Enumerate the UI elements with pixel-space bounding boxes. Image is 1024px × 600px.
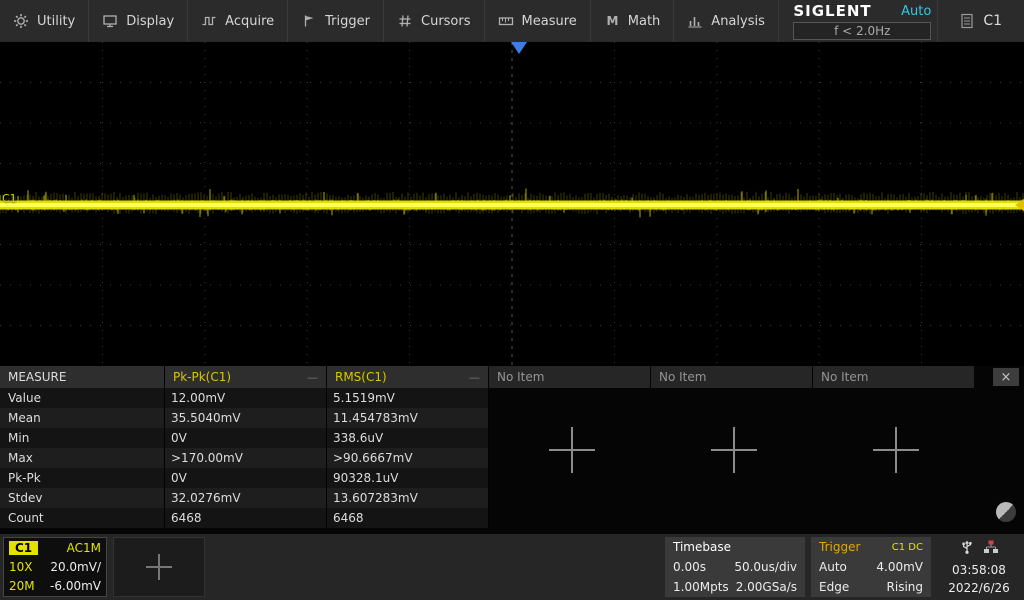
menubar: Utility Display Acquire Trigger Cursors …	[0, 0, 1024, 42]
measure-col-label: Pk-Pk(C1)	[173, 370, 231, 384]
menu-label: Cursors	[421, 14, 471, 29]
analysis-chart-icon	[687, 13, 703, 29]
table-row: Min 0V 338.6uV	[0, 428, 489, 448]
trigger-level: 4.00mV	[876, 560, 923, 574]
menu-display[interactable]: Display	[89, 0, 188, 42]
measure-header-row: MEASURE Pk-Pk(C1) — RMS(C1) — No Item No…	[0, 366, 1024, 388]
acquisition-status: Auto	[901, 4, 931, 19]
menu-cursors[interactable]: Cursors	[384, 0, 485, 42]
menu-measure[interactable]: Measure	[485, 0, 591, 42]
acquire-waveform-icon	[201, 13, 217, 29]
channel-offset-marker[interactable]: C1	[2, 192, 17, 205]
menu-label: Display	[126, 14, 174, 29]
measure-title: MEASURE	[0, 366, 164, 388]
add-measure-icon[interactable]	[873, 427, 919, 473]
channel-scale: 20.0mV/	[50, 560, 101, 574]
cursors-icon	[397, 13, 413, 29]
trigger-title: Trigger	[819, 540, 860, 554]
channel-probe: 10X	[9, 560, 33, 574]
timebase-memory: 1.00Mpts	[673, 580, 729, 594]
channel-1-descriptor[interactable]: C1 AC1M 10X 20.0mV/ 20M -6.00mV	[3, 537, 107, 597]
table-row: Max >170.00mV >90.6667mV	[0, 448, 489, 468]
measure-col-noitem-2[interactable]: No Item	[651, 366, 812, 388]
channel-offset: -6.00mV	[50, 579, 101, 593]
menu-analysis[interactable]: Analysis	[674, 0, 779, 42]
trigger-source: C1 DC	[892, 542, 923, 553]
measure-col-label: No Item	[821, 370, 868, 384]
menu-utility[interactable]: Utility	[0, 0, 89, 42]
drag-handle[interactable]	[996, 502, 1016, 522]
measure-stats-table: Value 12.00mV 5.1519mV Mean 35.5040mV 11…	[0, 388, 489, 528]
math-icon: M	[604, 13, 620, 29]
add-measure-icon[interactable]	[711, 427, 757, 473]
trigger-mode: Auto	[819, 560, 847, 574]
menu-trigger[interactable]: Trigger	[288, 0, 384, 42]
trigger-descriptor[interactable]: Trigger C1 DC Auto 4.00mV Edge Rising	[811, 537, 931, 597]
brand-logo: SIGLENT	[793, 2, 871, 20]
menu-label: Utility	[37, 14, 75, 29]
timebase-scale: 50.0us/div	[734, 560, 797, 574]
measure-col-label: No Item	[659, 370, 706, 384]
measure-icon	[498, 13, 514, 29]
usb-icon	[959, 539, 975, 558]
status-clock-area: 03:58:08 2022/6/26	[937, 537, 1021, 597]
channel-badge: C1	[9, 541, 38, 555]
menu-label: Math	[628, 14, 661, 29]
gear-icon	[13, 13, 29, 29]
measure-col-pkpk[interactable]: Pk-Pk(C1) —	[165, 366, 326, 388]
lan-icon	[983, 539, 999, 558]
display-icon	[102, 13, 118, 29]
table-row: Count 6468 6468	[0, 508, 489, 528]
table-row: Value 12.00mV 5.1519mV	[0, 388, 489, 408]
brand-block: SIGLENT Auto f < 2.0Hz	[787, 0, 937, 42]
clock-date: 2022/6/26	[948, 581, 1010, 595]
trigger-level-marker[interactable]	[1015, 199, 1024, 211]
trigger-position-marker[interactable]	[511, 42, 527, 54]
menu-label: Measure	[522, 14, 577, 29]
menu-acquire[interactable]: Acquire	[188, 0, 288, 42]
menu-label: Analysis	[711, 14, 765, 29]
flag-icon	[301, 13, 317, 29]
menu-label: Acquire	[225, 14, 274, 29]
channel-bandwidth: 20M	[9, 579, 35, 593]
channel-list-icon	[960, 13, 974, 29]
table-row: Stdev 32.0276mV 13.607283mV	[0, 488, 489, 508]
table-row: Pk-Pk 0V 90328.1uV	[0, 468, 489, 488]
active-channel-button[interactable]: C1	[937, 0, 1024, 42]
measure-col-label: RMS(C1)	[335, 370, 387, 384]
add-measure-icon[interactable]	[549, 427, 595, 473]
table-row: Mean 35.5040mV 11.454783mV	[0, 408, 489, 428]
trigger-type: Edge	[819, 580, 849, 594]
remove-measure-icon[interactable]: —	[469, 371, 480, 384]
menu-label: Trigger	[325, 14, 370, 29]
bottom-bar: C1 AC1M 10X 20.0mV/ 20M -6.00mV Timebase…	[0, 534, 1024, 600]
waveform-display[interactable]: C1	[0, 42, 1024, 366]
timebase-delay: 0.00s	[673, 560, 706, 574]
add-channel-button[interactable]	[113, 537, 205, 597]
channel-coupling: AC1M	[67, 541, 101, 555]
measure-col-noitem-3[interactable]: No Item	[813, 366, 974, 388]
trigger-frequency-readout: f < 2.0Hz	[793, 22, 931, 40]
trigger-slope: Rising	[887, 580, 923, 594]
menu-math[interactable]: M Math	[591, 0, 675, 42]
measure-col-label: No Item	[497, 370, 544, 384]
timebase-descriptor[interactable]: Timebase 0.00s 50.0us/div 1.00Mpts 2.00G…	[665, 537, 805, 597]
graticule-and-trace	[0, 42, 1024, 366]
svg-text:M: M	[606, 14, 618, 28]
close-icon[interactable]: ×	[993, 368, 1019, 386]
active-channel-label: C1	[983, 13, 1002, 29]
timebase-samplerate: 2.00GSa/s	[736, 580, 797, 594]
clock-time: 03:58:08	[952, 563, 1006, 577]
timebase-title: Timebase	[673, 540, 731, 554]
measure-panel: MEASURE Pk-Pk(C1) — RMS(C1) — No Item No…	[0, 366, 1024, 534]
measure-col-noitem-1[interactable]: No Item	[489, 366, 650, 388]
measure-col-rms[interactable]: RMS(C1) —	[327, 366, 488, 388]
remove-measure-icon[interactable]: —	[307, 371, 318, 384]
